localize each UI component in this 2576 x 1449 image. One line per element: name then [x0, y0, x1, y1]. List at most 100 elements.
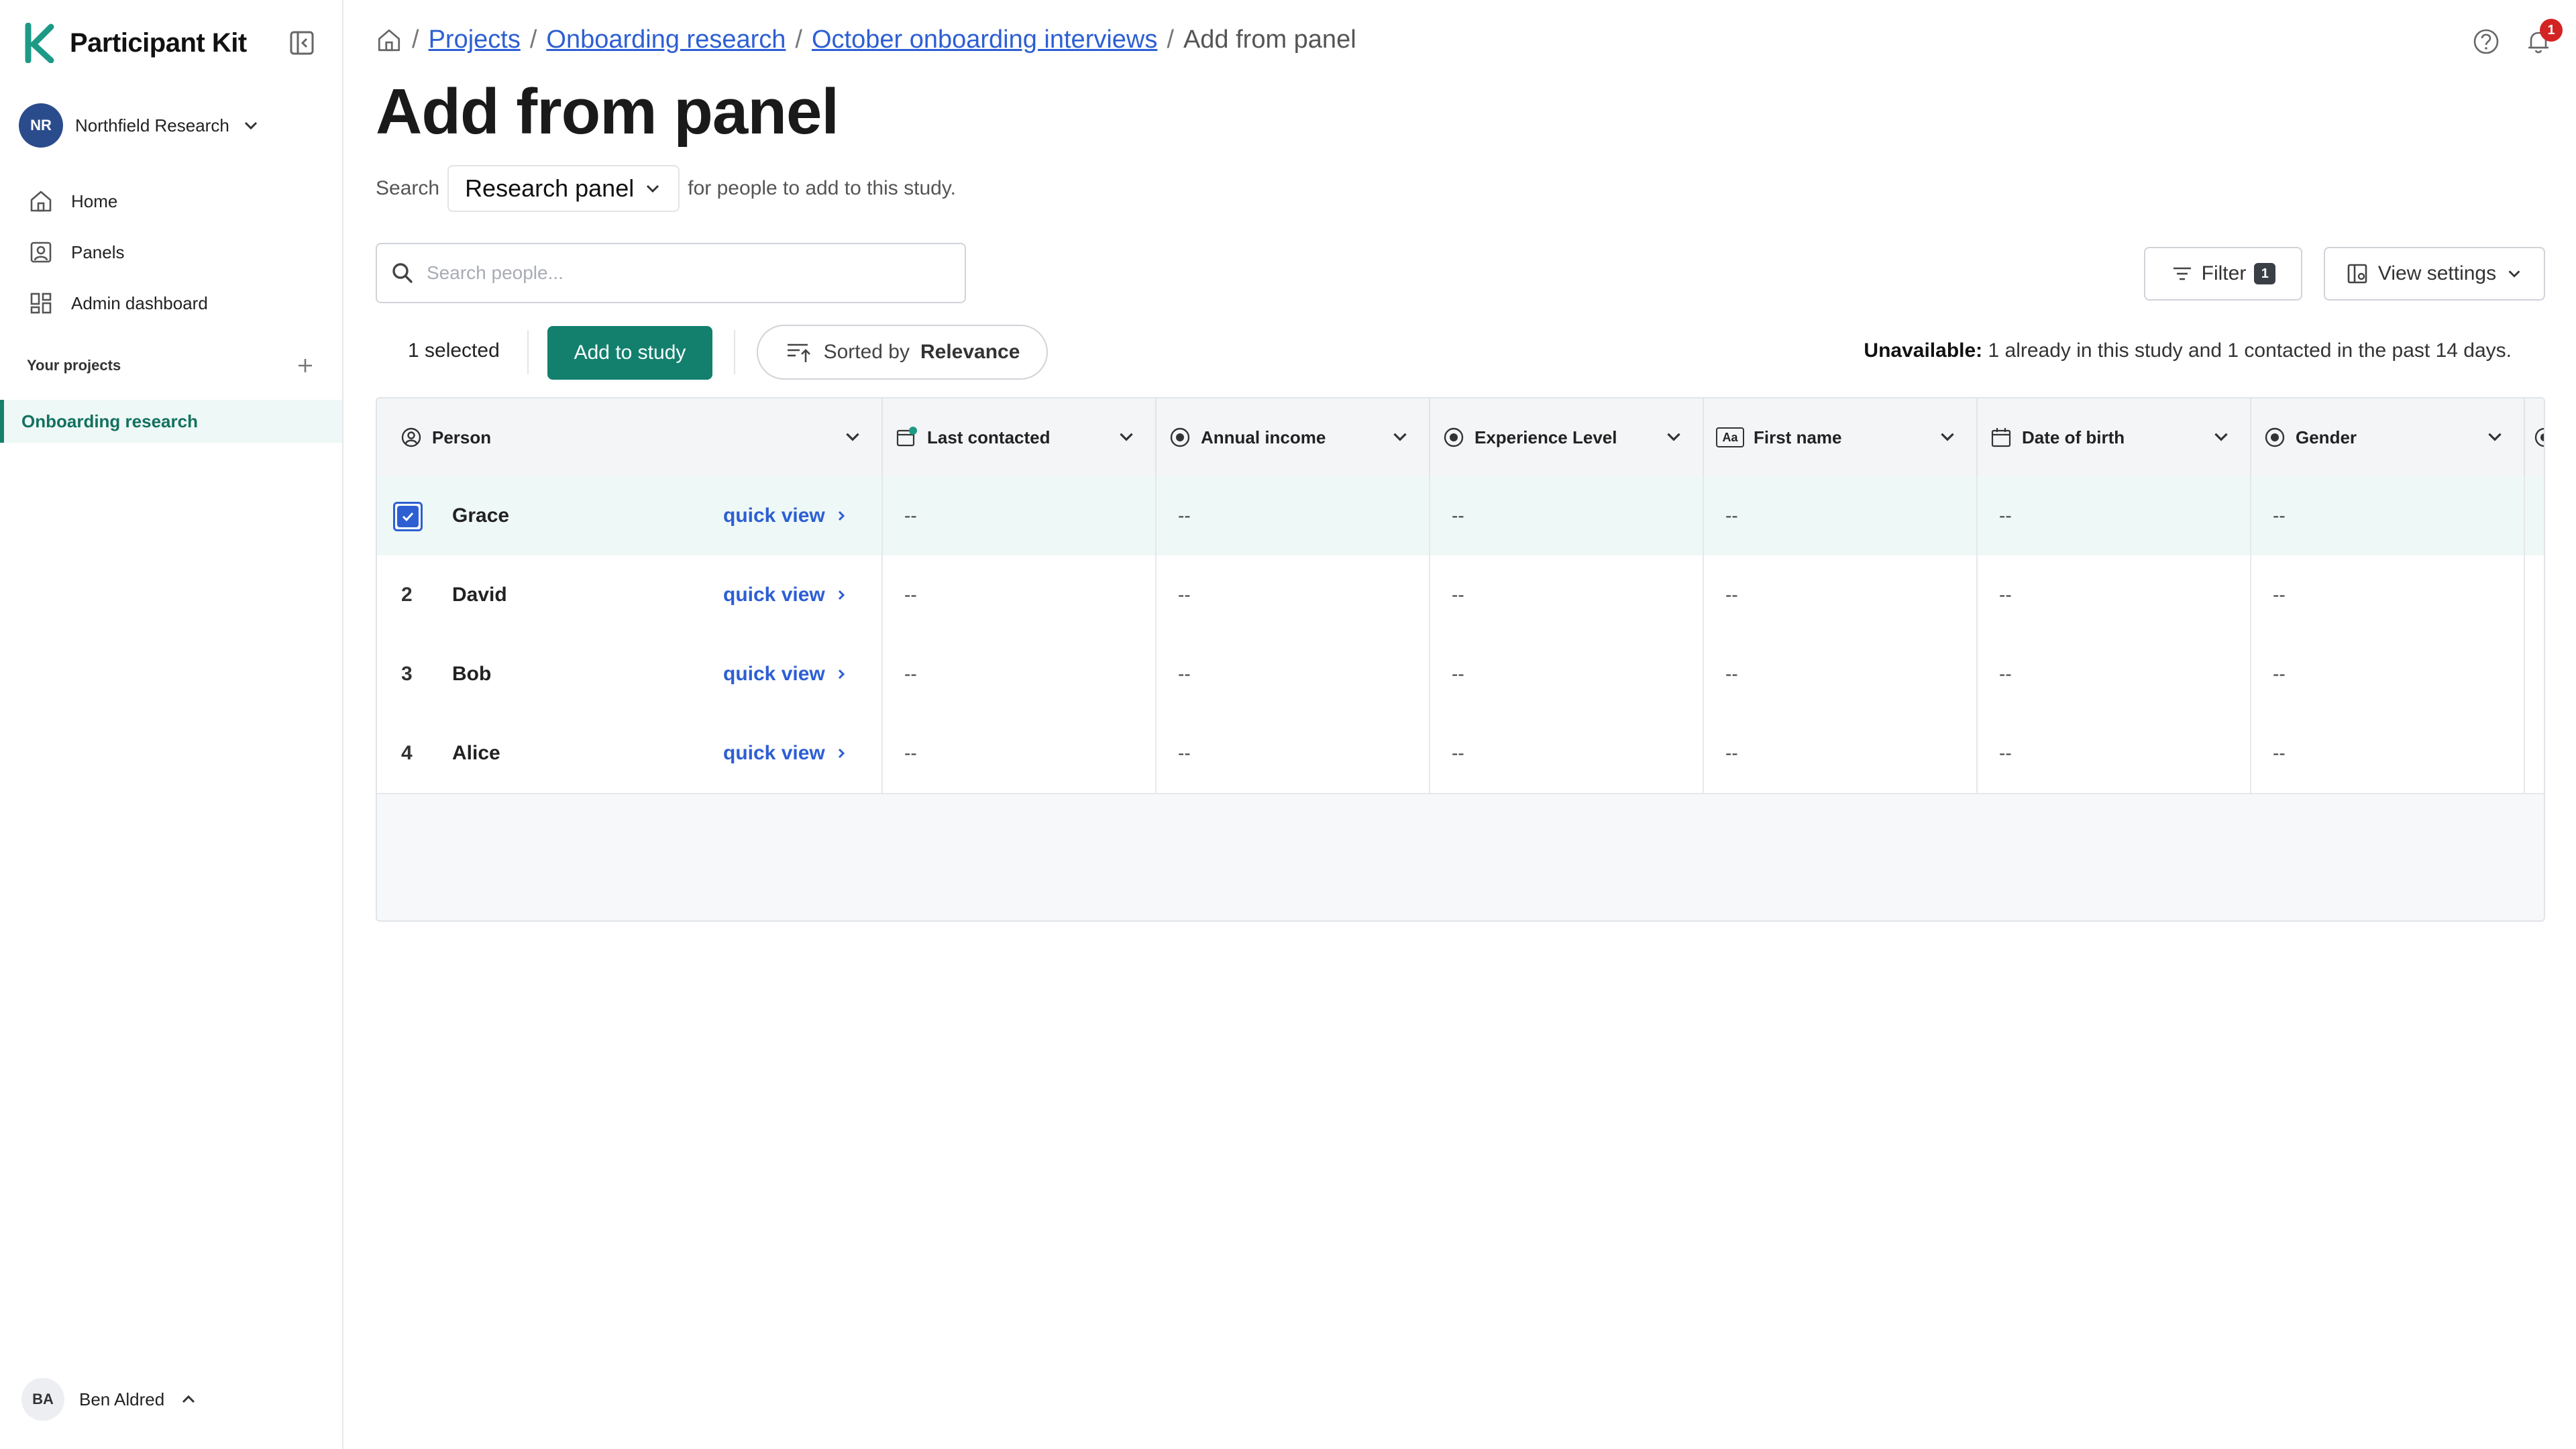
person-cell: Grace quick view	[377, 476, 883, 555]
unavailable-label: Unavailable:	[1864, 339, 1983, 362]
sidebar-item-home[interactable]: Home	[0, 176, 342, 227]
table-cell: --	[1430, 555, 1704, 635]
chevron-up-icon	[182, 1395, 195, 1403]
sort-icon	[787, 343, 810, 362]
person-cell: 4 Alice quick view	[377, 714, 883, 793]
filter-label: Filter	[2201, 262, 2247, 284]
column-header-date-of-birth[interactable]: Date of birth	[1978, 398, 2251, 476]
add-to-study-button[interactable]: Add to study	[547, 326, 712, 380]
filter-button[interactable]: Filter 1	[2144, 247, 2302, 301]
help-icon[interactable]	[2471, 27, 2501, 56]
table-row[interactable]: 3 Bob quick view -- -- -- -- -- -- -	[377, 635, 2544, 715]
sidebar-item-label: Home	[71, 191, 118, 211]
table-row[interactable]: Grace quick view -- -- -- -- -- -- -	[377, 476, 2544, 557]
chevron-down-icon[interactable]	[1390, 427, 1410, 447]
table-cell: --	[1430, 476, 1704, 555]
table-cell: --	[2251, 714, 2525, 793]
chevron-down-icon	[647, 184, 659, 193]
collapse-sidebar-icon[interactable]	[288, 30, 315, 56]
quick-view-link[interactable]: quick view	[723, 504, 848, 527]
table-cell: --	[2251, 555, 2525, 635]
table-cell: --	[1704, 555, 1978, 635]
chevron-down-icon[interactable]	[1116, 427, 1136, 447]
org-switcher[interactable]: NR Northfield Research	[19, 103, 260, 148]
quick-view-link[interactable]: quick view	[723, 663, 848, 686]
sidebar-nav: Home Panels Admin dashboard	[0, 176, 342, 329]
chevron-down-icon[interactable]	[1664, 427, 1684, 447]
column-header-person[interactable]: Person	[377, 398, 883, 476]
breadcrumb-projects[interactable]: Projects	[429, 25, 521, 54]
person-cell: 3 Bob quick view	[377, 635, 883, 714]
chevron-down-icon[interactable]	[2485, 427, 2505, 447]
brand[interactable]: Participant Kit	[24, 23, 247, 63]
table-cell: --	[1978, 555, 2251, 635]
panel-select[interactable]: Research panel	[447, 165, 680, 212]
table-cell: --	[1978, 476, 2251, 555]
table-cell: --	[1157, 476, 1430, 555]
table-cell: --	[1978, 714, 2251, 793]
quick-view-label: quick view	[723, 584, 825, 606]
chevron-down-icon[interactable]	[2211, 427, 2231, 447]
chevron-down-icon[interactable]	[843, 427, 863, 447]
org-name: Northfield Research	[75, 115, 229, 136]
column-label: First name	[1754, 427, 1842, 447]
add-project-icon[interactable]	[294, 354, 317, 377]
quick-view-label: quick view	[723, 663, 825, 685]
divider	[734, 330, 735, 374]
column-header-gender[interactable]: Gender	[2251, 398, 2525, 476]
column-label: Person	[432, 427, 492, 447]
view-settings-button[interactable]: View settings	[2324, 247, 2545, 301]
sidebar-item-admin-dashboard[interactable]: Admin dashboard	[0, 278, 342, 329]
table-cell: --	[1430, 714, 1704, 793]
breadcrumb-october-interviews[interactable]: October onboarding interviews	[812, 25, 1157, 54]
table-cell: --	[883, 714, 1157, 793]
column-header-last-contacted[interactable]: Last contacted	[883, 398, 1157, 476]
sidebar-item-label: Admin dashboard	[71, 292, 208, 313]
filter-count-badge: 1	[2254, 263, 2276, 284]
panels-icon	[30, 241, 52, 263]
calendar-clock-icon	[896, 427, 917, 447]
column-header-overflow[interactable]	[2525, 398, 2544, 476]
table-cell: --	[1704, 714, 1978, 793]
view-settings-icon	[2347, 264, 2367, 284]
main-content: / Projects / Onboarding research / Octob…	[376, 0, 2576, 1449]
user-menu[interactable]: BA Ben Aldred	[21, 1378, 198, 1421]
sidebar-project-onboarding-research[interactable]: Onboarding research	[0, 400, 342, 443]
sidebar-item-label: Panels	[71, 241, 125, 262]
notifications-button[interactable]: 1	[2524, 19, 2563, 56]
column-header-annual-income[interactable]: Annual income	[1157, 398, 1430, 476]
search-icon	[392, 263, 413, 283]
search-people-box	[376, 243, 966, 303]
sort-button[interactable]: Sorted by Relevance	[757, 325, 1048, 380]
filter-icon	[2173, 267, 2191, 280]
table-cell: --	[2251, 635, 2525, 714]
table-row[interactable]: 4 Alice quick view -- -- -- -- -- -- -	[377, 714, 2544, 794]
radio-icon	[2265, 427, 2285, 447]
quick-view-link[interactable]: quick view	[723, 742, 848, 765]
column-label: Gender	[2296, 427, 2357, 447]
home-icon[interactable]	[376, 27, 402, 54]
home-icon	[30, 191, 52, 212]
breadcrumb-separator: /	[795, 25, 802, 54]
radio-icon	[1444, 427, 1464, 447]
search-input[interactable]	[425, 262, 951, 284]
panel-select-value: Research panel	[465, 174, 635, 202]
participant-kit-logo-icon	[25, 23, 54, 63]
chevron-down-icon[interactable]	[1937, 427, 1957, 447]
column-header-first-name[interactable]: Aa First name	[1704, 398, 1978, 476]
column-header-experience-level[interactable]: Experience Level	[1430, 398, 1704, 476]
quick-view-label: quick view	[723, 742, 825, 764]
row-checkbox[interactable]	[393, 502, 423, 531]
unavailable-note: Unavailable: 1 already in this study and…	[1864, 339, 2512, 362]
breadcrumb-onboarding-research[interactable]: Onboarding research	[546, 25, 786, 54]
chevron-right-icon	[838, 669, 845, 680]
quick-view-link[interactable]: quick view	[723, 584, 848, 606]
chevron-down-icon	[244, 121, 257, 130]
table-cell: --	[1704, 476, 1978, 555]
table-row[interactable]: 2 David quick view -- -- -- -- -- -- -	[377, 555, 2544, 636]
radio-icon	[2534, 427, 2544, 447]
table-cell: --	[1157, 714, 1430, 793]
sidebar-item-panels[interactable]: Panels	[0, 227, 342, 278]
table-cell: -	[2525, 714, 2544, 793]
selection-toolbar: 1 selected Add to study Sorted by Releva…	[376, 325, 2545, 380]
